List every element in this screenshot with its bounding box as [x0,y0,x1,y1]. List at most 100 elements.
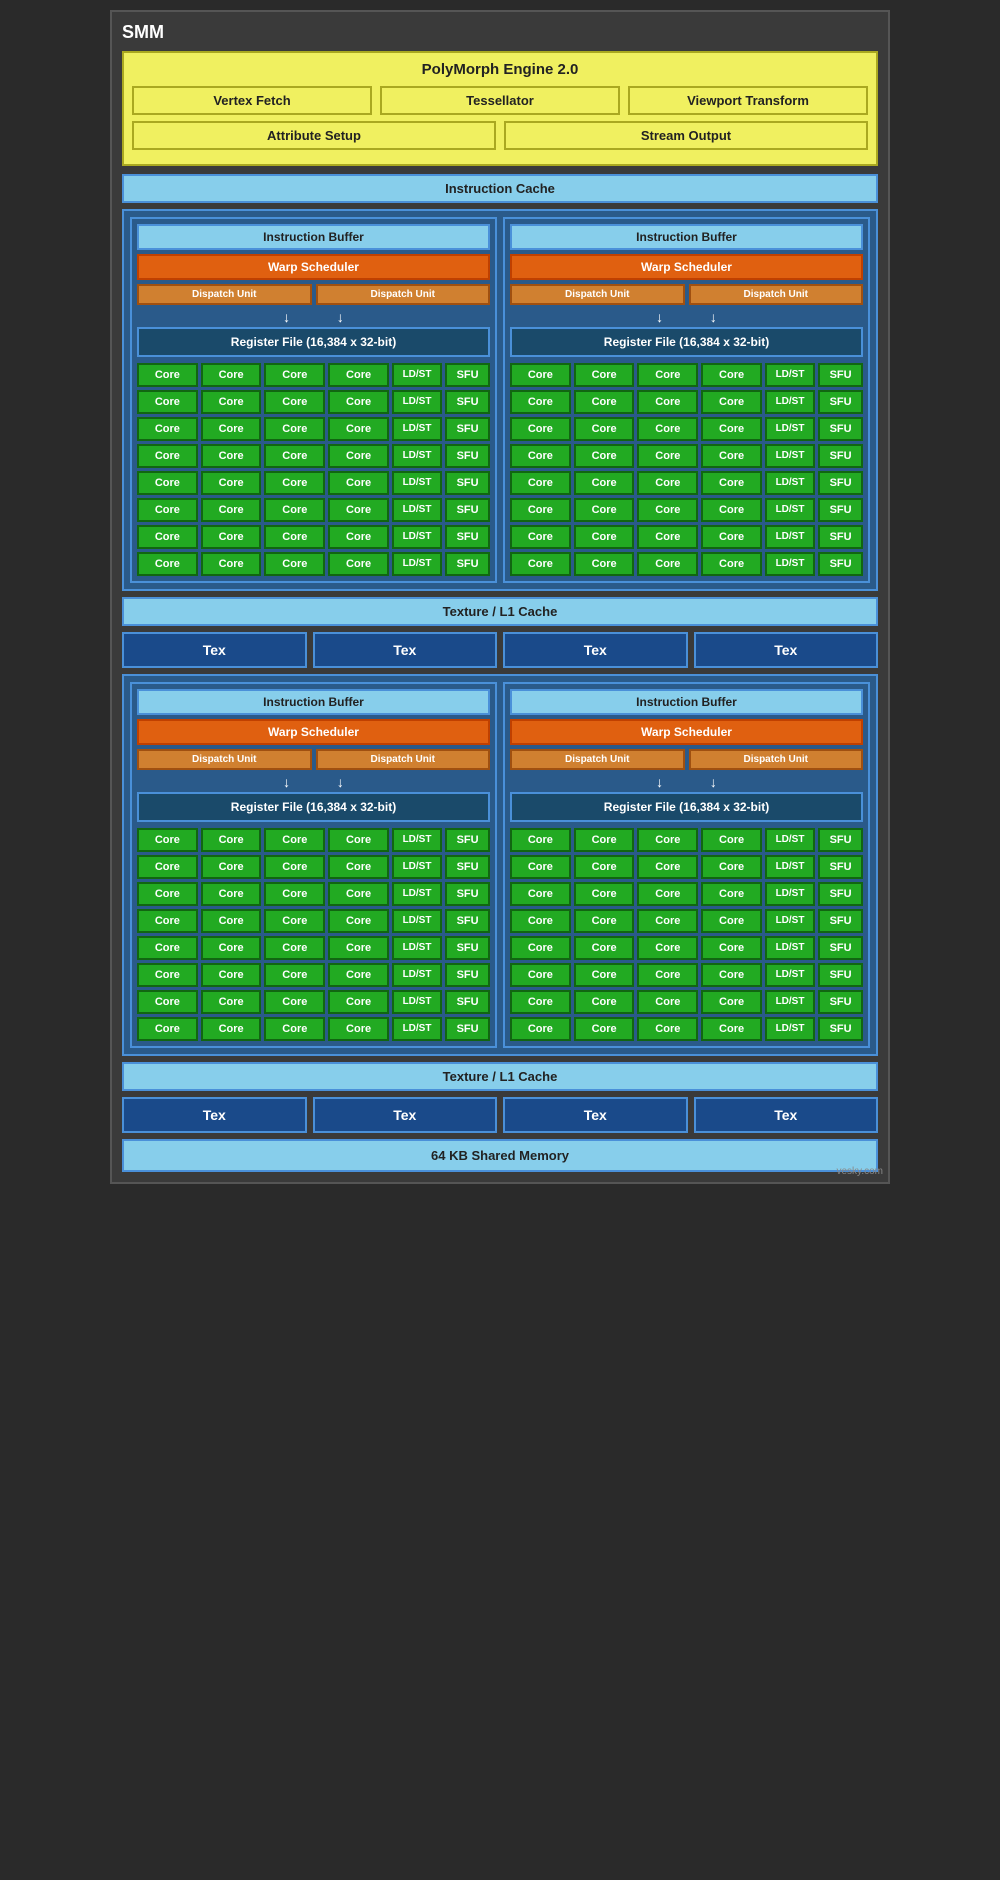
sfu-cell: SFU [818,1017,863,1041]
core-cell: Core [701,990,762,1014]
core-cell: Core [201,552,262,576]
core-cell: Core [201,990,262,1014]
ldst-cell: LD/ST [392,855,442,879]
dispatch-unit-2r-1: Dispatch Unit [510,749,685,770]
core-cell: Core [201,855,262,879]
core-cell: Core [264,990,325,1014]
polymorph-title: PolyMorph Engine 2.0 [132,61,868,78]
core-cell: Core [574,909,635,933]
core-cell: Core [264,417,325,441]
core-cell: Core [701,417,762,441]
core-row: Core Core Core Core LD/ST SFU [137,390,490,414]
core-cell: Core [264,552,325,576]
core-cell: Core [574,828,635,852]
core-cell: Core [328,936,389,960]
sfu-cell: SFU [818,855,863,879]
core-cell: Core [574,498,635,522]
core-cell: Core [574,417,635,441]
core-cell: Core [264,390,325,414]
core-cell: Core [701,828,762,852]
ldst-cell: LD/ST [765,471,815,495]
core-cell: Core [201,882,262,906]
dispatch-row-2l: Dispatch Unit Dispatch Unit [137,749,490,770]
arrow-2l: ↓ ↓ [137,774,490,790]
core-row: Core Core Core Core LD/ST SFU [510,828,863,852]
arrow-1l: ↓ ↓ [137,309,490,325]
ldst-cell: LD/ST [392,471,442,495]
polymorph-section: PolyMorph Engine 2.0 Vertex Fetch Tessel… [122,51,878,166]
instr-buffer-2l: Instruction Buffer [137,689,490,715]
core-row: Core Core Core Core LD/ST SFU [137,828,490,852]
core-row: Core Core Core Core LD/ST SFU [510,525,863,549]
register-file-1l: Register File (16,384 x 32-bit) [137,327,490,357]
core-cell: Core [574,882,635,906]
core-row: Core Core Core Core LD/ST SFU [137,963,490,987]
sfu-cell: SFU [445,936,490,960]
warp-scheduler-2r: Warp Scheduler [510,719,863,745]
core-cell: Core [510,936,571,960]
sfu-cell: SFU [818,963,863,987]
sm-block-1: Instruction Buffer Warp Scheduler Dispat… [122,209,878,591]
ldst-cell: LD/ST [765,552,815,576]
core-cell: Core [637,552,698,576]
sfu-cell: SFU [818,936,863,960]
core-cell: Core [328,552,389,576]
core-row: Core Core Core Core LD/ST SFU [137,882,490,906]
core-cell: Core [137,882,198,906]
sfu-cell: SFU [445,552,490,576]
core-cell: Core [637,417,698,441]
core-cell: Core [137,909,198,933]
core-cell: Core [328,471,389,495]
sfu-cell: SFU [445,417,490,441]
sm-row-2: Instruction Buffer Warp Scheduler Dispat… [130,682,870,1048]
core-cell: Core [137,525,198,549]
sfu-cell: SFU [818,828,863,852]
core-cell: Core [264,963,325,987]
ldst-cell: LD/ST [765,990,815,1014]
core-row: Core Core Core Core LD/ST SFU [510,909,863,933]
sfu-cell: SFU [445,444,490,468]
core-row: Core Core Core Core LD/ST SFU [510,417,863,441]
core-cell: Core [701,363,762,387]
tessellator-box: Tessellator [380,86,620,115]
core-cell: Core [137,444,198,468]
sm-half-2-right: Instruction Buffer Warp Scheduler Dispat… [503,682,870,1048]
polymorph-row1: Vertex Fetch Tessellator Viewport Transf… [132,86,868,115]
ldst-cell: LD/ST [765,363,815,387]
sfu-cell: SFU [445,990,490,1014]
ldst-cell: LD/ST [392,936,442,960]
smm-title: SMM [122,22,878,43]
core-grid-2r: Core Core Core Core LD/ST SFU Core Core … [510,828,863,1041]
ldst-cell: LD/ST [392,444,442,468]
dispatch-row-1r: Dispatch Unit Dispatch Unit [510,284,863,305]
core-cell: Core [574,525,635,549]
core-cell: Core [701,909,762,933]
sfu-cell: SFU [818,444,863,468]
sfu-cell: SFU [818,498,863,522]
core-cell: Core [510,390,571,414]
tex-cell-2-4: Tex [694,1097,879,1133]
core-cell: Core [574,390,635,414]
tex-cell-1-1: Tex [122,632,307,668]
core-cell: Core [510,828,571,852]
core-cell: Core [328,1017,389,1041]
core-row: Core Core Core Core LD/ST SFU [510,855,863,879]
core-cell: Core [701,963,762,987]
ldst-cell: LD/ST [765,882,815,906]
shared-memory-bar: 64 KB Shared Memory [122,1139,878,1172]
core-row: Core Core Core Core LD/ST SFU [510,390,863,414]
instr-buffer-1l: Instruction Buffer [137,224,490,250]
core-cell: Core [637,909,698,933]
ldst-cell: LD/ST [392,525,442,549]
sfu-cell: SFU [445,882,490,906]
core-cell: Core [137,552,198,576]
sfu-cell: SFU [818,390,863,414]
core-cell: Core [264,444,325,468]
ldst-cell: LD/ST [392,390,442,414]
core-row: Core Core Core Core LD/ST SFU [137,990,490,1014]
viewport-transform-box: Viewport Transform [628,86,868,115]
texture-cache-bar-2: Texture / L1 Cache [122,1062,878,1091]
core-row: Core Core Core Core LD/ST SFU [137,552,490,576]
sfu-cell: SFU [445,963,490,987]
attribute-setup-box: Attribute Setup [132,121,496,150]
